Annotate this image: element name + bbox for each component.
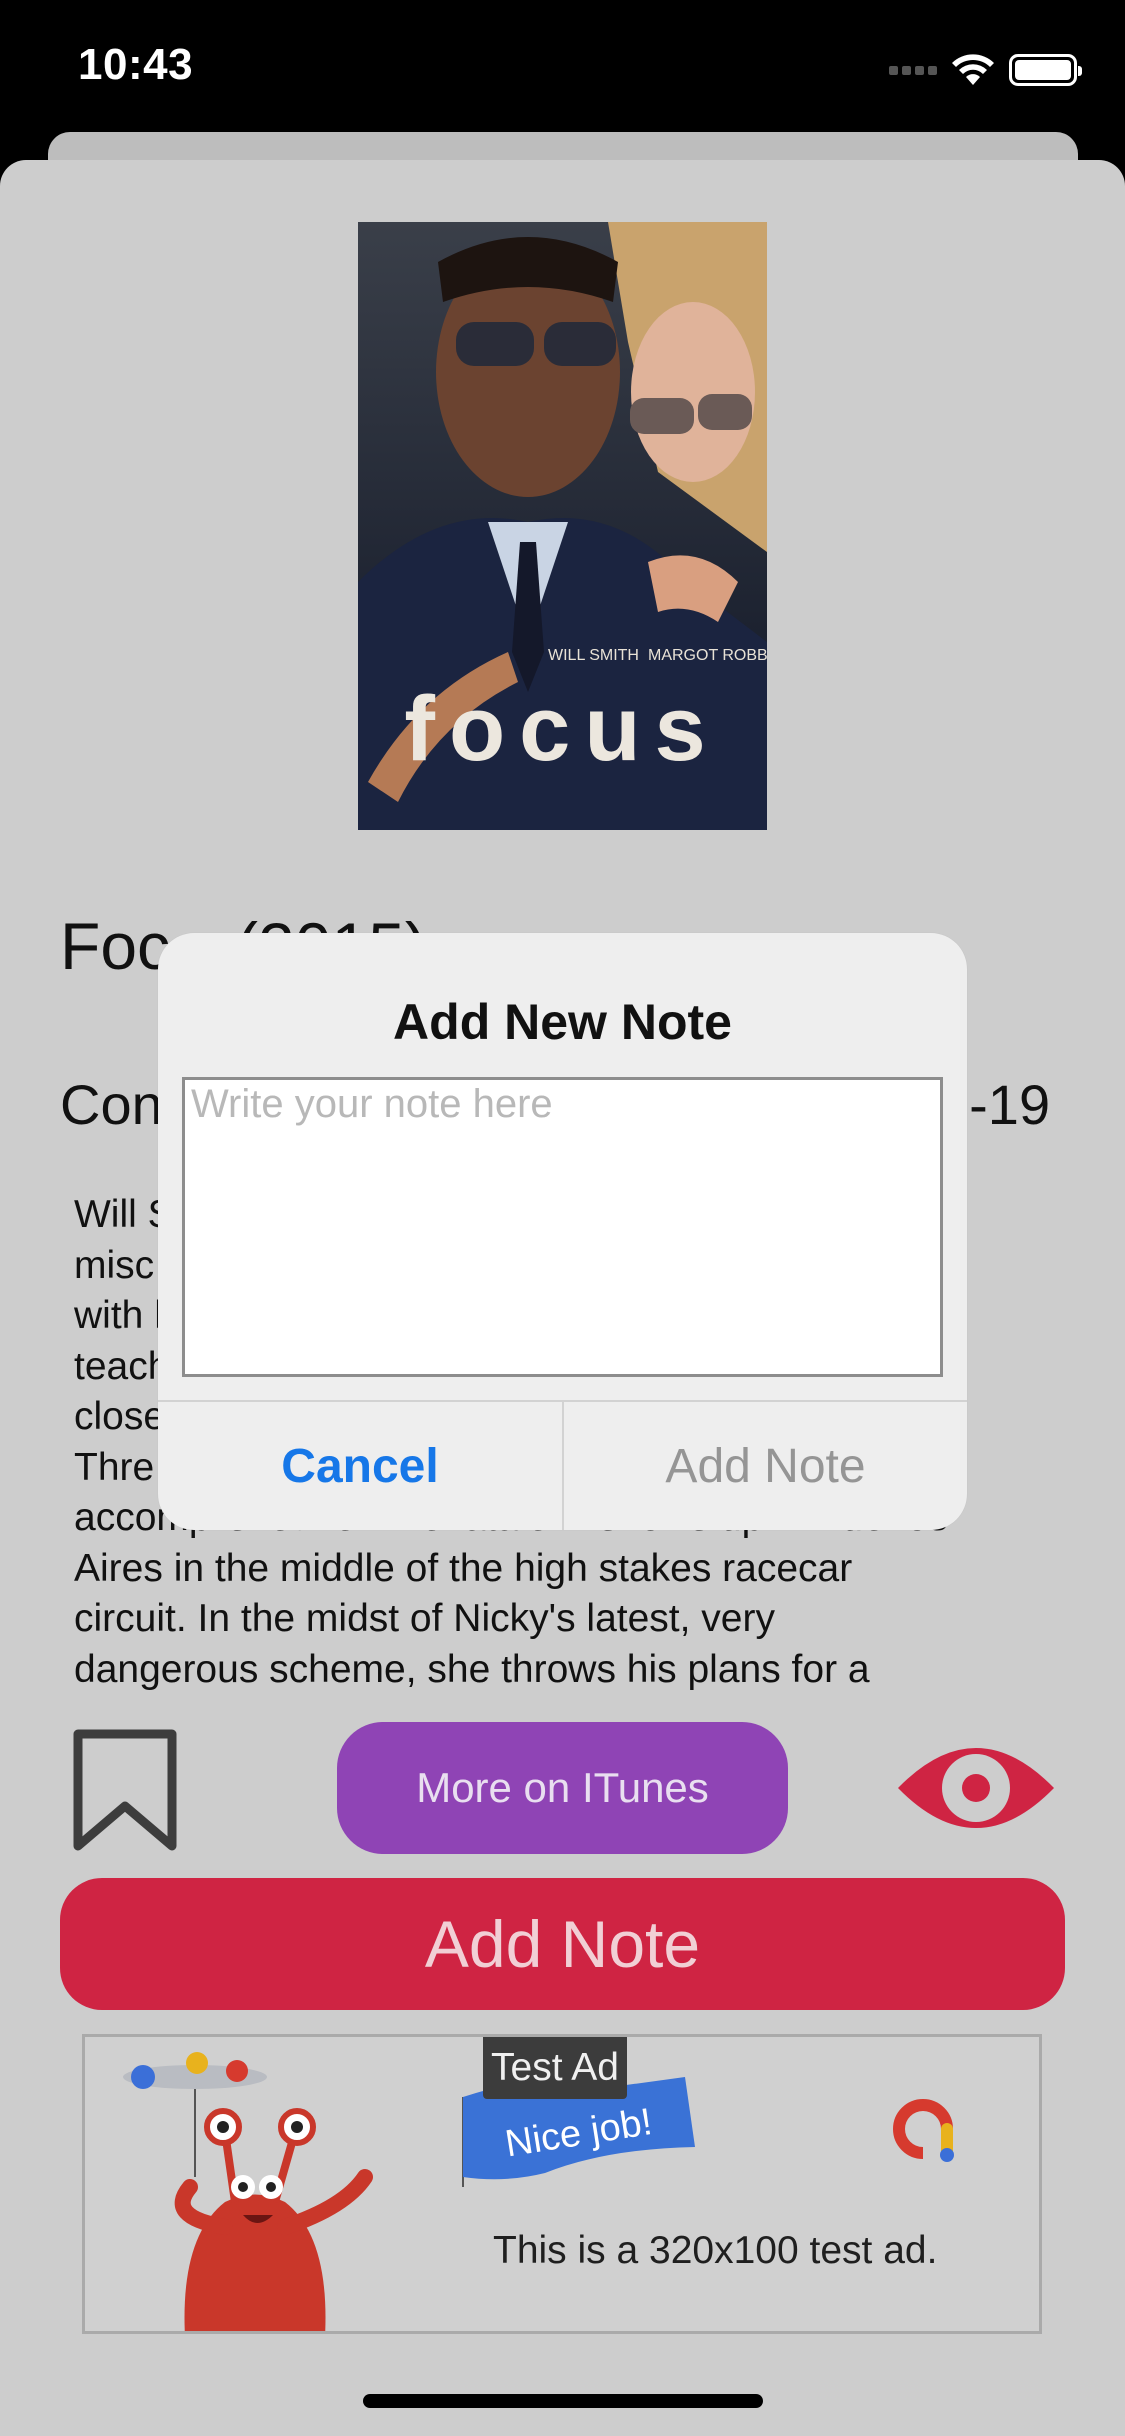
status-icons [889,50,1082,90]
ad-text: This is a 320x100 test ad. [493,2229,938,2272]
test-ad-banner[interactable]: Nice job! Test Ad This is a 320x100 test… [82,2034,1042,2334]
status-time: 10:43 [78,40,194,89]
description-line: Aires in the middle of the high stakes r… [74,1546,853,1590]
dialog-add-note-button[interactable]: Add Note [564,1402,967,1530]
note-input[interactable] [182,1077,943,1377]
status-bar: 10:43 [0,0,1125,140]
test-ad-label: Test Ad [483,2037,627,2099]
wifi-icon [952,54,994,85]
battery-icon [1009,54,1082,86]
more-on-itunes-button[interactable]: More on ITunes [337,1722,788,1854]
dialog-title: Add New Note [393,994,732,1050]
poster-credit-left: WILL SMITH [548,647,639,664]
description-line: circuit. In the midst of Nicky's latest,… [74,1597,775,1640]
poster-credit-right: MARGOT ROBBIE [648,647,767,664]
add-note-dialog: Add New Note Cancel Add Note [158,933,967,1530]
home-indicator[interactable] [363,2394,763,2408]
movie-info-left: Con [60,1073,163,1136]
description-line: dangerous scheme, she throws his plans f… [74,1647,870,1691]
eye-icon[interactable] [896,1736,1056,1840]
movie-detail-sheet: WILL SMITH MARGOT ROBBIE focus Foc (2015… [0,160,1125,2436]
cellular-signal-icon [889,65,937,75]
poster-title: focus [404,678,719,780]
cancel-button[interactable]: Cancel [158,1402,562,1530]
poster-artwork: WILL SMITH MARGOT ROBBIE focus [358,222,767,830]
add-note-button[interactable]: Add Note [60,1878,1065,2010]
movie-poster: WILL SMITH MARGOT ROBBIE focus [358,222,767,830]
bookmark-icon[interactable] [72,1728,178,1852]
